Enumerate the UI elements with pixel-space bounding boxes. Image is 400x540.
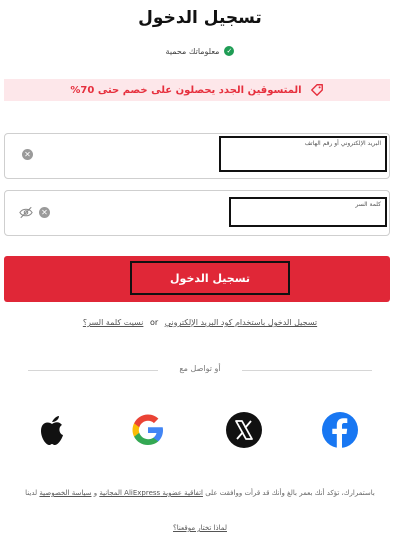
alt-login-links: تسجيل الدخول باستخدام كود البريد الإلكتر… (0, 318, 400, 327)
terms-suffix: لدينا (25, 489, 38, 497)
security-note: ✓ معلوماتك محمية (0, 46, 400, 56)
terms-and: و (93, 489, 98, 497)
signin-label[interactable]: تسجيل الدخول (130, 261, 290, 295)
agreement-link[interactable]: اتفاقية عضوية AliExpress المجانية (99, 489, 203, 497)
email-placeholder: البريد الإلكتروني أو رقم الهاتف (304, 140, 381, 147)
eye-off-icon[interactable] (19, 206, 33, 219)
terms-prefix: باستمرارك، تؤكد أنك بعمر بالغ وأنك قد قر… (205, 489, 375, 497)
clear-icon[interactable]: ✕ (39, 207, 50, 218)
x-login-button[interactable] (224, 410, 264, 450)
forgot-password-link[interactable]: نسيت كلمة السر؟ (83, 318, 144, 327)
or-text: or (149, 318, 159, 327)
page-title: تسجيل الدخول (138, 8, 262, 28)
terms-text: باستمرارك، تؤكد أنك بعمر بالغ وأنك قد قر… (10, 488, 390, 499)
promo-text: المتسوقين الجدد يحصلون على خصم حتى 70% (70, 84, 302, 96)
divider-text: أو تواصل مع (179, 364, 221, 373)
email-input[interactable]: البريد الإلكتروني أو رقم الهاتف (219, 136, 387, 172)
apple-icon (41, 416, 63, 445)
apple-login-button[interactable] (32, 410, 72, 450)
tag-icon (310, 84, 323, 96)
code-login-link[interactable]: تسجيل الدخول باستخدام كود البريد الإلكتر… (165, 318, 317, 327)
email-field[interactable]: البريد الإلكتروني أو رقم الهاتف ✕ (4, 133, 390, 179)
x-icon (226, 412, 262, 448)
password-input[interactable]: كلمة السر (229, 197, 387, 227)
promo-banner: المتسوقين الجدد يحصلون على خصم حتى 70% (4, 79, 390, 101)
password-placeholder: كلمة السر (355, 201, 381, 208)
facebook-login-button[interactable] (320, 410, 360, 450)
why-choose-us: لماذا تختار موقعنا؟ (0, 524, 400, 532)
google-login-button[interactable] (128, 410, 168, 450)
shield-check-icon: ✓ (224, 46, 235, 56)
social-divider: أو تواصل مع (28, 364, 372, 376)
signin-button[interactable]: تسجيل الدخول (4, 256, 390, 302)
why-choose-us-link[interactable]: لماذا تختار موقعنا؟ (173, 524, 227, 532)
password-field[interactable]: كلمة السر ✕ (4, 190, 390, 236)
privacy-policy-link[interactable]: سياسة الخصوصية (39, 489, 91, 497)
security-text: معلوماتك محمية (165, 46, 220, 56)
clear-icon[interactable]: ✕ (22, 149, 33, 160)
google-icon (132, 414, 163, 445)
facebook-icon (322, 412, 358, 448)
